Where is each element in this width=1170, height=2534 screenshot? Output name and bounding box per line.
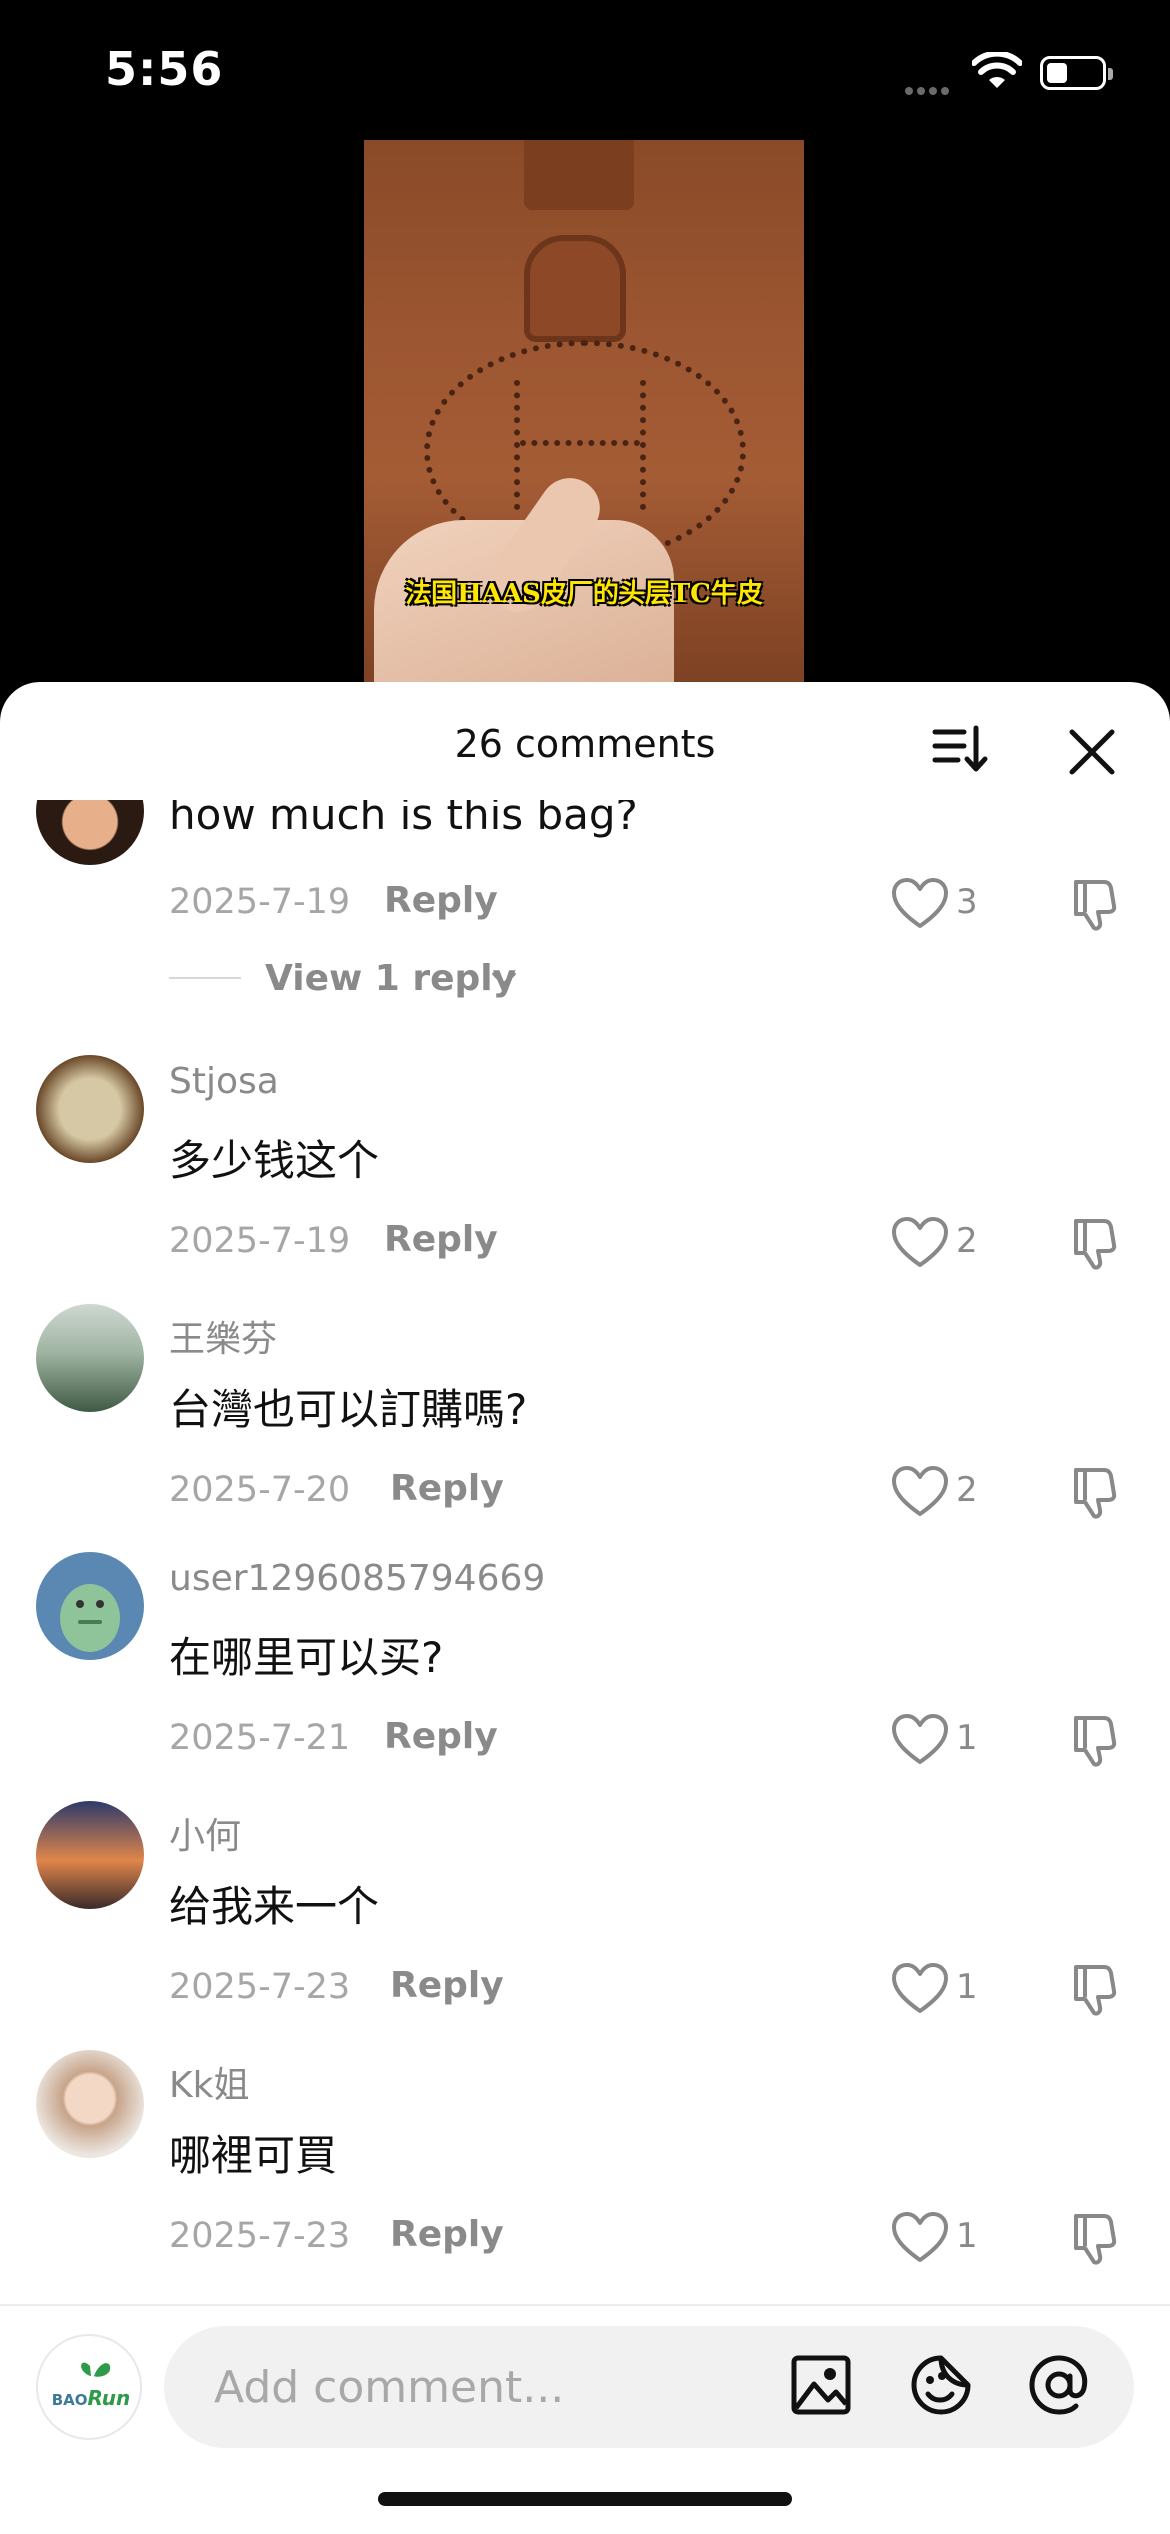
comment-date: 2025-7-23 xyxy=(169,2216,351,2256)
heart-icon[interactable] xyxy=(890,1712,950,1768)
heart-icon[interactable] xyxy=(890,1961,950,2017)
reply-button[interactable]: Reply xyxy=(390,1468,504,1509)
avatar[interactable] xyxy=(36,1552,144,1660)
avatar[interactable] xyxy=(36,2050,144,2158)
add-comment-input[interactable] xyxy=(164,2326,1134,2448)
bag-strap-graphic xyxy=(524,140,634,210)
chevron-down-icon xyxy=(492,972,516,986)
like-count: 2 xyxy=(956,1470,978,1510)
dislike-icon[interactable] xyxy=(1068,2210,1126,2268)
heart-icon[interactable] xyxy=(890,2210,950,2266)
dislike-icon[interactable] xyxy=(1068,1712,1126,1770)
comment-text: 在哪里可以买? xyxy=(169,1633,444,1682)
cellular-signal-icon xyxy=(905,80,959,95)
close-icon[interactable] xyxy=(1062,722,1122,782)
bag-clasp-graphic xyxy=(524,235,626,342)
dislike-icon[interactable] xyxy=(1068,876,1126,934)
avatar[interactable] xyxy=(36,1304,144,1412)
emoji-sticker-icon[interactable] xyxy=(908,2352,974,2418)
comments-sheet: 26 comments how much is this bag? 2025-7… xyxy=(0,682,1170,2532)
comment-text: 哪裡可買 xyxy=(169,2131,338,2180)
reply-button[interactable]: Reply xyxy=(384,880,498,921)
reply-button[interactable]: Reply xyxy=(390,2214,504,2255)
avatar[interactable] xyxy=(36,800,144,865)
sort-icon[interactable] xyxy=(930,722,990,778)
avatar[interactable] xyxy=(36,1055,144,1163)
home-indicator[interactable] xyxy=(378,2492,792,2506)
divider xyxy=(169,977,241,979)
my-avatar[interactable]: BAORun xyxy=(36,2334,142,2440)
dislike-icon[interactable] xyxy=(1068,1215,1126,1273)
comments-count-title: 26 comments xyxy=(454,722,716,766)
comment-text: how much is this bag? xyxy=(169,800,638,839)
mention-icon[interactable] xyxy=(1026,2352,1092,2418)
dislike-icon[interactable] xyxy=(1068,1961,1126,2019)
comment-date: 2025-7-21 xyxy=(169,1718,351,1758)
comment-date: 2025-7-23 xyxy=(169,1967,351,2007)
comment-item: Kk姐 哪裡可買 2025-7-23 Reply 1 xyxy=(0,2050,1170,2290)
like-count: 1 xyxy=(956,1967,978,2007)
view-replies-link[interactable]: View 1 reply xyxy=(265,958,516,999)
comment-item: user1296085794669 在哪里可以买? 2025-7-21 Repl… xyxy=(0,1552,1170,1802)
video-preview[interactable]: 法国HAAS皮厂的头层TC牛皮 xyxy=(364,140,804,700)
comment-date: 2025-7-20 xyxy=(169,1470,351,1510)
comment-username[interactable]: Stjosa xyxy=(169,1061,279,1102)
like-count: 1 xyxy=(956,2216,978,2256)
comment-username[interactable]: user1296085794669 xyxy=(169,1558,545,1599)
heart-icon[interactable] xyxy=(890,1464,950,1520)
comment-item: Stjosa 多少钱这个 2025-7-19 Reply 2 xyxy=(0,1055,1170,1305)
comment-item: how much is this bag? 2025-7-19 Reply 3 … xyxy=(0,800,1170,999)
comments-list[interactable]: how much is this bag? 2025-7-19 Reply 3 … xyxy=(0,800,1170,2290)
reply-button[interactable]: Reply xyxy=(384,1219,498,1260)
avatar-dino-graphic xyxy=(60,1584,120,1652)
comment-composer: BAORun xyxy=(0,2304,1170,2534)
image-icon[interactable] xyxy=(788,2352,854,2418)
brand-wordmark: BAORun xyxy=(51,2386,131,2410)
comment-username[interactable]: 王樂芬 xyxy=(169,1310,277,1362)
heart-icon[interactable] xyxy=(890,1215,950,1271)
comment-text: 多少钱这个 xyxy=(169,1136,380,1185)
view-replies-row[interactable]: View 1 reply xyxy=(169,958,1069,999)
avatar[interactable] xyxy=(36,1801,144,1909)
status-bar: 5:56 xyxy=(0,0,1170,140)
dislike-icon[interactable] xyxy=(1068,1464,1126,1522)
video-caption: 法国HAAS皮厂的头层TC牛皮 xyxy=(405,579,763,609)
comment-item: 王樂芬 台灣也可以訂購嗎? 2025-7-20 Reply 2 xyxy=(0,1304,1170,1554)
comment-item: 小何 给我来一个 2025-7-23 Reply 1 xyxy=(0,1801,1170,2051)
comment-username[interactable]: Kk姐 xyxy=(169,2056,249,2108)
comment-date: 2025-7-19 xyxy=(169,1221,351,1261)
comments-header: 26 comments xyxy=(0,682,1170,800)
comment-text: 给我来一个 xyxy=(169,1882,380,1931)
battery-icon xyxy=(1040,56,1113,90)
reply-button[interactable]: Reply xyxy=(390,1965,504,2006)
like-count: 2 xyxy=(956,1221,978,1261)
like-count: 3 xyxy=(956,882,978,922)
comment-text: 台灣也可以訂購嗎? xyxy=(169,1385,528,1434)
like-count: 1 xyxy=(956,1718,978,1758)
reply-button[interactable]: Reply xyxy=(384,1716,498,1757)
comment-username[interactable]: 小何 xyxy=(169,1807,241,1859)
status-time: 5:56 xyxy=(105,42,224,96)
heart-icon[interactable] xyxy=(890,876,950,932)
comment-date: 2025-7-19 xyxy=(169,882,351,922)
wifi-icon xyxy=(972,52,1022,88)
